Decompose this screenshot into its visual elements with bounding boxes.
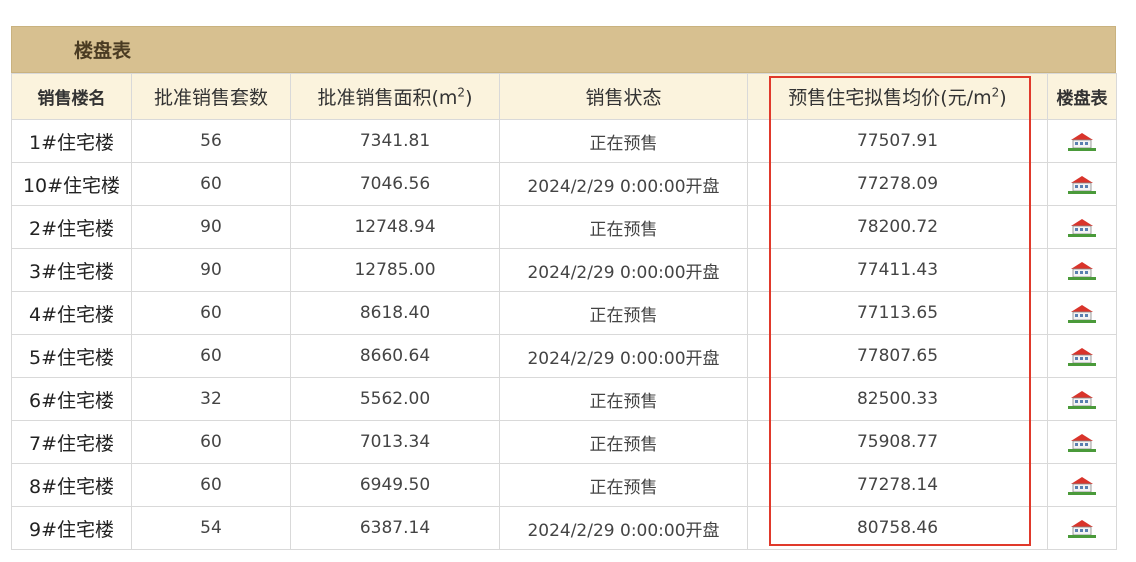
header-approved-area-text: 批准销售面积(m <box>317 87 458 109</box>
price-cell: 77411.43 <box>747 248 1048 292</box>
house-icon[interactable] <box>1066 130 1098 152</box>
house-icon[interactable] <box>1066 388 1098 410</box>
status-cell: 2024/2/29 0:00:00开盘 <box>499 162 748 206</box>
units-cell: 32 <box>131 377 291 421</box>
sales-table: 销售楼名 批准销售套数 批准销售面积(m2) 销售状态 预售住宅拟售均价(元/m… <box>11 73 1117 550</box>
building-name-cell: 6#住宅楼 <box>11 377 132 421</box>
area-cell: 6949.50 <box>290 463 500 507</box>
building-name-cell: 3#住宅楼 <box>11 248 132 292</box>
building-name-cell: 9#住宅楼 <box>11 506 132 550</box>
header-approved-area-close: ) <box>465 87 473 109</box>
units-cell: 90 <box>131 248 291 292</box>
price-cell: 77278.14 <box>747 463 1048 507</box>
plan-cell[interactable] <box>1047 506 1117 550</box>
table-row: 6#住宅楼 32 5562.00 正在预售 82500.33 <box>11 377 1117 421</box>
area-cell: 5562.00 <box>290 377 500 421</box>
table-row: 4#住宅楼 60 8618.40 正在预售 77113.65 <box>11 291 1117 335</box>
status-cell: 正在预售 <box>499 119 748 163</box>
building-name-cell: 5#住宅楼 <box>11 334 132 378</box>
table-row: 8#住宅楼 60 6949.50 正在预售 77278.14 <box>11 463 1117 507</box>
price-cell: 80758.46 <box>747 506 1048 550</box>
units-cell: 60 <box>131 463 291 507</box>
header-status: 销售状态 <box>499 73 748 120</box>
status-cell: 2024/2/29 0:00:00开盘 <box>499 334 748 378</box>
header-building: 销售楼名 <box>11 73 132 120</box>
building-name-cell: 4#住宅楼 <box>11 291 132 335</box>
header-approved-units: 批准销售套数 <box>131 73 291 120</box>
price-cell: 77113.65 <box>747 291 1048 335</box>
plan-cell[interactable] <box>1047 377 1117 421</box>
units-cell: 60 <box>131 162 291 206</box>
plan-cell[interactable] <box>1047 334 1117 378</box>
table-row: 10#住宅楼 60 7046.56 2024/2/29 0:00:00开盘 77… <box>11 162 1117 206</box>
units-cell: 56 <box>131 119 291 163</box>
plan-cell[interactable] <box>1047 463 1117 507</box>
status-cell: 2024/2/29 0:00:00开盘 <box>499 506 748 550</box>
status-cell: 2024/2/29 0:00:00开盘 <box>499 248 748 292</box>
table-row: 5#住宅楼 60 8660.64 2024/2/29 0:00:00开盘 778… <box>11 334 1117 378</box>
area-cell: 6387.14 <box>290 506 500 550</box>
table-row: 1#住宅楼 56 7341.81 正在预售 77507.91 <box>11 119 1117 163</box>
header-approved-area: 批准销售面积(m2) <box>290 73 500 120</box>
area-cell: 7013.34 <box>290 420 500 464</box>
plan-cell[interactable] <box>1047 162 1117 206</box>
table-row: 9#住宅楼 54 6387.14 2024/2/29 0:00:00开盘 807… <box>11 506 1117 550</box>
status-cell: 正在预售 <box>499 377 748 421</box>
table-row: 2#住宅楼 90 12748.94 正在预售 78200.72 <box>11 205 1117 249</box>
building-name-cell: 8#住宅楼 <box>11 463 132 507</box>
plan-cell[interactable] <box>1047 291 1117 335</box>
house-icon[interactable] <box>1066 302 1098 324</box>
header-avg-price-text: 预售住宅拟售均价(元/m <box>788 87 992 109</box>
status-cell: 正在预售 <box>499 291 748 335</box>
house-icon[interactable] <box>1066 173 1098 195</box>
area-cell: 12748.94 <box>290 205 500 249</box>
units-cell: 90 <box>131 205 291 249</box>
units-cell: 60 <box>131 420 291 464</box>
house-icon[interactable] <box>1066 216 1098 238</box>
building-name-cell: 7#住宅楼 <box>11 420 132 464</box>
header-approved-area-sup: 2 <box>457 85 466 100</box>
table-row: 3#住宅楼 90 12785.00 2024/2/29 0:00:00开盘 77… <box>11 248 1117 292</box>
plan-cell[interactable] <box>1047 119 1117 163</box>
price-cell: 77278.09 <box>747 162 1048 206</box>
plan-cell[interactable] <box>1047 205 1117 249</box>
building-name-cell: 10#住宅楼 <box>11 162 132 206</box>
header-avg-price-close: ) <box>999 87 1007 109</box>
building-table: 楼盘表 销售楼名 批准销售套数 批准销售面积(m2) 销售状态 预售住宅拟售均价… <box>11 26 1117 550</box>
house-icon[interactable] <box>1066 345 1098 367</box>
price-cell: 82500.33 <box>747 377 1048 421</box>
area-cell: 7341.81 <box>290 119 500 163</box>
status-cell: 正在预售 <box>499 205 748 249</box>
status-cell: 正在预售 <box>499 420 748 464</box>
price-cell: 75908.77 <box>747 420 1048 464</box>
house-icon[interactable] <box>1066 431 1098 453</box>
building-name-cell: 2#住宅楼 <box>11 205 132 249</box>
table-title: 楼盘表 <box>11 26 1116 73</box>
area-cell: 8618.40 <box>290 291 500 335</box>
plan-cell[interactable] <box>1047 248 1117 292</box>
building-name-cell: 1#住宅楼 <box>11 119 132 163</box>
status-cell: 正在预售 <box>499 463 748 507</box>
house-icon[interactable] <box>1066 474 1098 496</box>
price-cell: 78200.72 <box>747 205 1048 249</box>
price-cell: 77807.65 <box>747 334 1048 378</box>
plan-cell[interactable] <box>1047 420 1117 464</box>
area-cell: 7046.56 <box>290 162 500 206</box>
area-cell: 12785.00 <box>290 248 500 292</box>
units-cell: 60 <box>131 334 291 378</box>
units-cell: 60 <box>131 291 291 335</box>
table-row: 7#住宅楼 60 7013.34 正在预售 75908.77 <box>11 420 1117 464</box>
units-cell: 54 <box>131 506 291 550</box>
house-icon[interactable] <box>1066 517 1098 539</box>
area-cell: 8660.64 <box>290 334 500 378</box>
header-avg-price: 预售住宅拟售均价(元/m2) <box>747 73 1048 120</box>
price-cell: 77507.91 <box>747 119 1048 163</box>
house-icon[interactable] <box>1066 259 1098 281</box>
header-plan: 楼盘表 <box>1047 73 1117 120</box>
header-row: 销售楼名 批准销售套数 批准销售面积(m2) 销售状态 预售住宅拟售均价(元/m… <box>11 73 1117 120</box>
